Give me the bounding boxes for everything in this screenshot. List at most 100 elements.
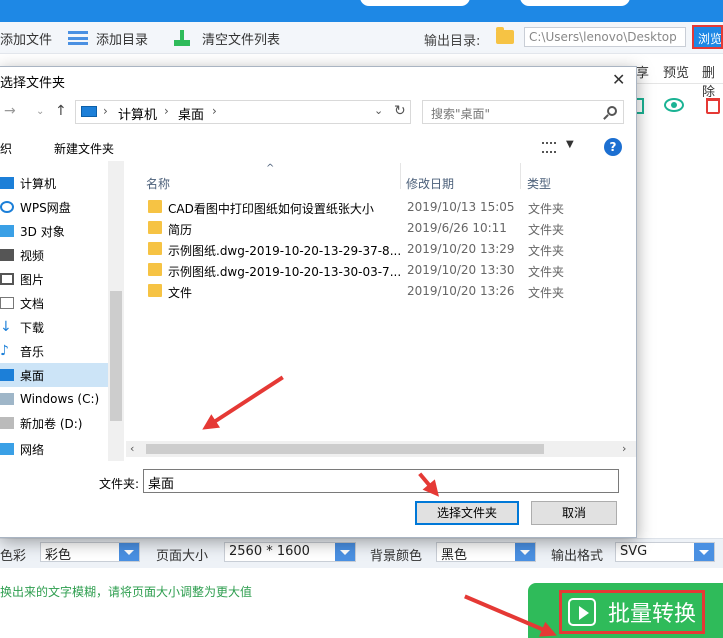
nav-label: 音乐 xyxy=(20,344,45,359)
file-name: CAD看图中打印图纸如何设置纸张大小 xyxy=(168,202,374,216)
broom-icon xyxy=(174,30,190,46)
search-input[interactable]: 搜索"桌面" xyxy=(422,100,624,124)
file-type: 文件夹 xyxy=(528,244,565,258)
batch-convert-button[interactable]: 批量转换 xyxy=(559,590,705,634)
bg-color-select[interactable]: 黑色 xyxy=(436,542,536,563)
file-name: 示例图纸.dwg-2019-10-20-13-30-03-7... xyxy=(168,265,402,279)
scroll-left-icon[interactable]: ‹ xyxy=(130,442,134,455)
picture-icon xyxy=(0,273,14,285)
history-dropdown-icon[interactable]: ⌄ xyxy=(36,106,44,117)
address-bar[interactable]: › 计算机 › 桌面 › ⌄ ↻ xyxy=(75,100,411,124)
computer-icon xyxy=(81,106,97,117)
drive-icon xyxy=(0,393,14,405)
nav-scrollbar[interactable] xyxy=(108,161,124,461)
view-options-icon[interactable] xyxy=(542,142,556,153)
help-icon[interactable]: ? xyxy=(604,138,622,156)
batch-convert-label: 批量转换 xyxy=(608,602,697,627)
horizontal-scrollbar[interactable]: ‹ › xyxy=(126,441,636,457)
nav-item-computer[interactable]: 计算机 xyxy=(0,171,108,195)
nav-item-drive-c[interactable]: Windows (C:) xyxy=(0,387,108,411)
column-name[interactable]: 名称 xyxy=(146,175,170,192)
new-folder-button[interactable]: 新建文件夹 xyxy=(54,140,114,157)
select-folder-dialog: 选择文件夹 ✕ → ⌄ ↑ › 计算机 › 桌面 › ⌄ ↻ 搜索"桌面" 织 … xyxy=(0,66,637,538)
chevron-right-icon[interactable]: › xyxy=(212,104,217,118)
file-row[interactable]: 简历 2019/6/26 10:11 文件夹 xyxy=(140,218,580,239)
refresh-icon[interactable]: ↻ xyxy=(394,103,406,119)
nav-item-drive-d[interactable]: 新加卷 (D:) xyxy=(0,411,108,435)
column-type[interactable]: 类型 xyxy=(527,175,551,192)
add-file-label: 添加文件 xyxy=(0,32,53,48)
command-bar: 织 新建文件夹 xyxy=(0,133,636,161)
add-dir-button[interactable]: 添加目录 xyxy=(68,22,148,54)
organize-button[interactable]: 织 xyxy=(0,140,12,157)
music-icon: ♪ xyxy=(0,343,9,359)
hscroll-thumb[interactable] xyxy=(146,444,544,454)
nav-item-3d-objects[interactable]: 3D 对象 xyxy=(0,219,108,243)
column-separator[interactable] xyxy=(400,163,401,189)
file-row[interactable]: 示例图纸.dwg-2019-10-20-13-30-03-7... 2019/1… xyxy=(140,260,580,281)
cancel-button[interactable]: 取消 xyxy=(531,501,617,525)
color-select[interactable]: 彩色 xyxy=(40,542,140,563)
chevron-down-icon xyxy=(335,543,355,561)
bg-color-label: 背景颜色 xyxy=(370,549,423,564)
nav-item-pictures[interactable]: 图片 xyxy=(0,267,108,291)
select-folder-button[interactable]: 选择文件夹 xyxy=(415,501,519,525)
nav-item-videos[interactable]: 视频 xyxy=(0,243,108,267)
column-modified[interactable]: 修改日期 xyxy=(406,175,454,192)
search-placeholder: 搜索"桌面" xyxy=(431,107,491,121)
nav-item-music[interactable]: ♪ 音乐 xyxy=(0,339,108,363)
breadcrumb-computer[interactable]: 计算机 xyxy=(118,104,157,123)
file-type: 文件夹 xyxy=(528,202,565,216)
folder-name-input[interactable]: 桌面 xyxy=(143,469,619,493)
drive-icon xyxy=(0,417,14,429)
chevron-down-icon xyxy=(694,543,714,561)
back-arrow-icon[interactable]: → xyxy=(4,103,16,119)
folder-icon xyxy=(148,242,162,255)
document-icon xyxy=(0,297,14,309)
top-pill-left[interactable] xyxy=(360,0,470,6)
nav-scroll-thumb[interactable] xyxy=(110,291,122,421)
nav-label: 桌面 xyxy=(20,368,45,383)
add-dir-label: 添加目录 xyxy=(96,32,149,48)
nav-label: 新加卷 (D:) xyxy=(20,416,83,431)
chevron-right-icon[interactable]: › xyxy=(103,104,108,118)
browse-button[interactable]: 浏览 xyxy=(692,25,723,49)
up-arrow-icon[interactable]: ↑ xyxy=(55,103,67,119)
clear-list-button[interactable]: 清空文件列表 xyxy=(174,22,280,54)
close-icon[interactable]: ✕ xyxy=(612,70,625,89)
column-separator[interactable] xyxy=(520,163,521,189)
output-path-field[interactable]: C:\Users\lenovo\Desktop xyxy=(524,27,686,47)
col-delete: 删除 xyxy=(702,66,716,100)
output-dir-label: 输出目录: xyxy=(424,34,481,49)
address-dropdown-icon[interactable]: ⌄ xyxy=(374,104,383,117)
file-modified: 2019/10/13 15:05 xyxy=(407,200,515,214)
nav-item-downloads[interactable]: ↓ 下载 xyxy=(0,315,108,339)
chevron-right-icon[interactable]: › xyxy=(164,104,169,118)
folder-icon[interactable] xyxy=(496,27,514,44)
output-format-select[interactable]: SVG xyxy=(615,542,715,562)
add-file-button[interactable]: 添加文件 xyxy=(0,22,52,54)
scroll-right-icon[interactable]: › xyxy=(622,442,626,455)
file-modified: 2019/10/20 13:29 xyxy=(407,242,515,256)
nav-item-desktop[interactable]: 桌面 xyxy=(0,363,108,387)
nav-item-documents[interactable]: 文档 xyxy=(0,291,108,315)
file-type: 文件夹 xyxy=(528,223,565,237)
chevron-down-icon[interactable]: ▼ xyxy=(566,139,574,150)
breadcrumb-desktop[interactable]: 桌面 xyxy=(178,104,204,123)
file-row[interactable]: 示例图纸.dwg-2019-10-20-13-29-37-8... 2019/1… xyxy=(140,239,580,260)
col-share: 享 xyxy=(636,66,650,81)
folder-icon xyxy=(148,200,162,213)
nav-item-network[interactable]: 网络 xyxy=(0,437,108,461)
file-row[interactable]: 文件 2019/10/20 13:26 文件夹 xyxy=(140,281,580,302)
eye-icon[interactable] xyxy=(664,98,684,112)
output-format-value: SVG xyxy=(620,544,648,559)
top-pill-right[interactable] xyxy=(520,0,630,6)
trash-icon[interactable] xyxy=(706,98,720,114)
file-name: 示例图纸.dwg-2019-10-20-13-29-37-8... xyxy=(168,244,402,258)
nav-item-wps-cloud[interactable]: WPS网盘 xyxy=(0,195,108,219)
page-size-select[interactable]: 2560 * 1600 xyxy=(224,542,356,562)
folder-icon xyxy=(148,284,162,297)
file-row[interactable]: CAD看图中打印图纸如何设置纸张大小 2019/10/13 15:05 文件夹 xyxy=(140,197,580,218)
app-topbar xyxy=(0,0,723,22)
nav-label: 视频 xyxy=(20,248,45,263)
